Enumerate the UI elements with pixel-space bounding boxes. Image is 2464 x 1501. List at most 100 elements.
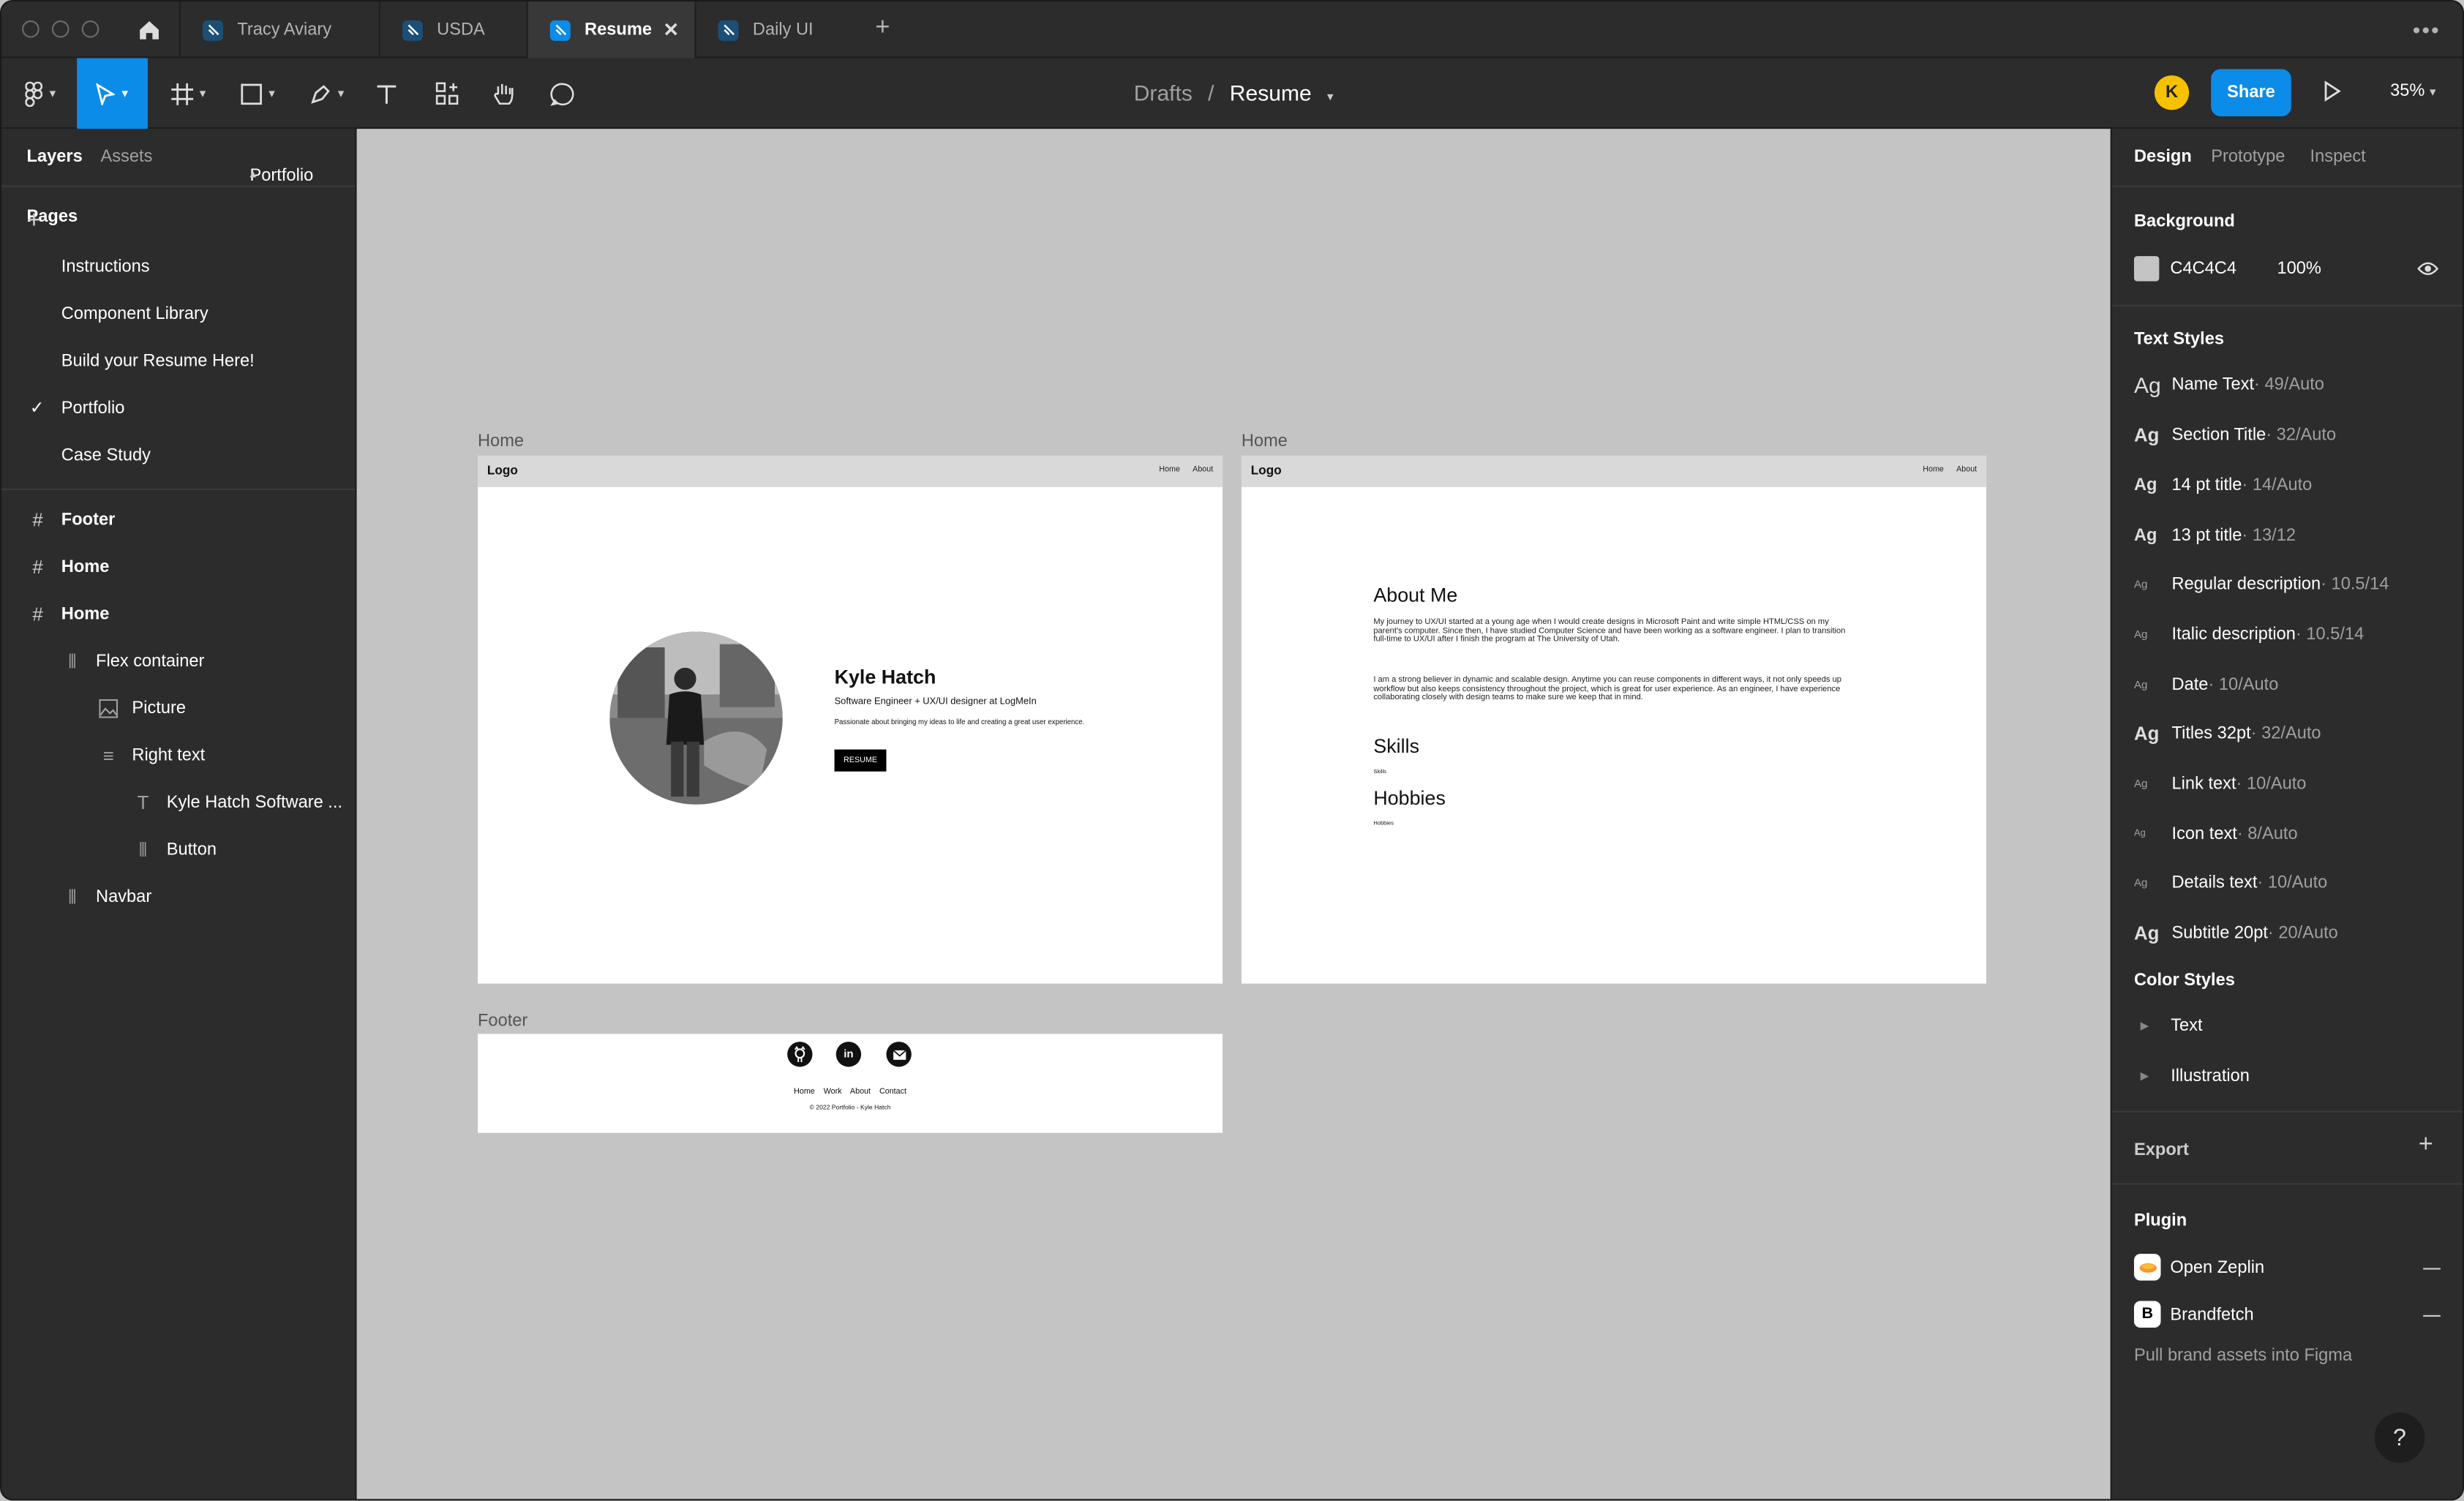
nav-links: Home About xyxy=(1159,465,1213,475)
window-controls xyxy=(22,20,99,38)
tab-inspect[interactable]: Inspect xyxy=(2310,148,2366,167)
text-style-icon: Ag xyxy=(2133,579,2148,590)
text-style-item[interactable]: Ag Section Title · 32/Auto xyxy=(2134,420,2336,451)
layer-home[interactable]: # Home xyxy=(1,591,355,638)
layers-panel: Layers Assets Portfolio ▴ Pages + Instru… xyxy=(1,129,357,1500)
footer-link-contact[interactable]: Contact xyxy=(879,1087,906,1096)
canvas[interactable]: Home Logo Home About Kyle Hatch Software… xyxy=(356,129,2111,1500)
figma-file-icon xyxy=(203,19,224,40)
layer-picture[interactable]: Picture xyxy=(1,685,355,732)
eye-icon[interactable] xyxy=(2417,261,2439,276)
tab-label: Daily UI xyxy=(752,20,814,40)
text-style-name: Regular description xyxy=(2171,575,2321,594)
file-name[interactable]: Resume xyxy=(1230,80,1312,105)
page-item-case-study[interactable]: Case Study xyxy=(1,432,355,479)
breadcrumb: Drafts / Resume ▾ xyxy=(1,80,2463,105)
left-panel-tabs: Layers Assets Portfolio ▴ xyxy=(1,129,356,187)
caret-right-icon: ▶ xyxy=(2140,1071,2149,1083)
add-page-icon[interactable]: + xyxy=(27,208,328,236)
linkedin-icon[interactable]: in xyxy=(835,1042,862,1067)
skills-title: Skills xyxy=(1373,735,1420,758)
text-style-item[interactable]: Ag Regular description · 10.5/14 xyxy=(2134,569,2389,601)
footer-link-home[interactable]: Home xyxy=(794,1087,815,1096)
text-style-item[interactable]: Ag Link text · 10/Auto xyxy=(2134,768,2306,800)
footer-link-about[interactable]: About xyxy=(850,1087,871,1096)
page-item-component-library[interactable]: Component Library xyxy=(1,290,355,337)
tab-tracy-aviary[interactable]: Tracy Aviary xyxy=(179,1,379,59)
text-style-item[interactable]: Ag 13 pt title · 13/12 xyxy=(2134,520,2296,552)
text-style-item[interactable]: Ag Name Text · 49/Auto xyxy=(2134,369,2324,401)
maximize-window-button[interactable] xyxy=(81,20,99,38)
remove-plugin-icon[interactable] xyxy=(2423,1314,2441,1317)
tab-layers[interactable]: Layers xyxy=(27,148,83,167)
text-style-item[interactable]: Ag Date · 10/Auto xyxy=(2134,669,2278,701)
tab-daily-ui[interactable]: Daily UI xyxy=(694,1,860,59)
frame-label-footer[interactable]: Footer xyxy=(478,1012,527,1031)
background-opacity-input[interactable]: 100% xyxy=(2277,259,2321,278)
background-hex-input[interactable]: C4C4C4 xyxy=(2170,259,2236,278)
layer-flex-container[interactable]: ⫴ Flex container xyxy=(1,638,355,685)
add-export-icon[interactable]: + xyxy=(2419,1132,2433,1160)
tab-resume[interactable]: Resume ✕ xyxy=(526,1,695,59)
tab-prototype[interactable]: Prototype xyxy=(2211,148,2285,167)
remove-plugin-icon[interactable] xyxy=(2423,1268,2441,1270)
frame-footer[interactable]: in Home Work About Contact © 2022 Portfo… xyxy=(477,1034,1223,1133)
color-style-group-illustration[interactable]: ▶ Illustration xyxy=(2141,1066,2250,1086)
page-item-portfolio[interactable]: ✓ Portfolio xyxy=(1,385,355,432)
layer-text[interactable]: T Kyle Hatch Software ... xyxy=(1,779,355,826)
email-icon[interactable] xyxy=(886,1042,912,1067)
background-color-swatch[interactable] xyxy=(2133,256,2160,282)
layer-footer[interactable]: # Footer xyxy=(1,497,355,543)
right-panel-tabs: Design Prototype Inspect xyxy=(2111,129,2463,187)
color-style-group-text[interactable]: ▶ Text xyxy=(2141,1017,2203,1036)
text-style-item[interactable]: Ag Icon text · 8/Auto xyxy=(2134,819,2298,850)
zeplin-icon xyxy=(2133,1254,2161,1281)
frame-home-hero[interactable]: Logo Home About Kyle Hatch Software Engi… xyxy=(477,455,1223,984)
layer-right-text[interactable]: ≡ Right text xyxy=(1,732,355,779)
more-options-icon[interactable]: ••• xyxy=(2413,18,2441,42)
breadcrumb-drafts[interactable]: Drafts xyxy=(1134,80,1192,105)
frame-home-about[interactable]: Logo Home About About Me My journey to U… xyxy=(1241,455,1987,984)
plugin-open-zeplin[interactable]: Open Zeplin xyxy=(2133,1254,2264,1281)
footer-link-work[interactable]: Work xyxy=(824,1087,842,1096)
text-style-item[interactable]: Ag Subtitle 20pt · 20/Auto xyxy=(2134,917,2338,949)
layer-home[interactable]: # Home xyxy=(1,543,355,590)
minimize-window-button[interactable] xyxy=(51,20,70,38)
text-style-name: 13 pt title xyxy=(2171,526,2242,546)
page-item-build-resume[interactable]: Build your Resume Here! xyxy=(1,338,355,385)
tab-design[interactable]: Design xyxy=(2134,148,2192,167)
figma-file-icon xyxy=(549,19,571,40)
text-style-item[interactable]: Ag Italic description · 10.5/14 xyxy=(2134,619,2364,650)
divider xyxy=(2111,1110,2463,1113)
text-style-item[interactable]: Ag 14 pt title · 14/Auto xyxy=(2134,470,2312,501)
tab-assets[interactable]: Assets xyxy=(100,148,152,167)
close-window-button[interactable] xyxy=(22,20,40,38)
footer-copyright: © 2022 Portfolio - Kyle Hatch xyxy=(809,1102,891,1111)
page-item-instructions[interactable]: Instructions xyxy=(1,244,355,290)
zoom-control[interactable]: 35% ▾ xyxy=(2390,82,2436,101)
layer-label: Kyle Hatch Software ... xyxy=(166,793,343,813)
home-button[interactable] xyxy=(124,1,175,58)
chevron-down-icon[interactable]: ▾ xyxy=(1327,89,1334,103)
text-style-item[interactable]: Ag Titles 32pt · 32/Auto xyxy=(2134,718,2321,750)
help-button[interactable]: ? xyxy=(2374,1412,2425,1463)
layer-button[interactable]: ⫴ Button xyxy=(1,827,355,873)
plugin-brandfetch[interactable]: B Brandfetch xyxy=(2133,1301,2254,1328)
about-paragraph-2: I am a strong believer in dynamic and sc… xyxy=(1373,675,1841,703)
color-style-label: Text xyxy=(2171,1016,2203,1036)
present-play-icon[interactable] xyxy=(2323,80,2342,102)
frame-label-home[interactable]: Home xyxy=(478,432,524,451)
user-avatar[interactable]: K xyxy=(2154,75,2190,110)
text-style-item[interactable]: Ag Details text · 10/Auto xyxy=(2134,868,2327,899)
text-style-icon: Ag xyxy=(2133,526,2157,546)
github-icon[interactable] xyxy=(787,1042,813,1067)
nav-link-about: About xyxy=(1192,464,1214,475)
layer-navbar[interactable]: ⫴ Navbar xyxy=(1,873,355,920)
tab-usda[interactable]: USDA xyxy=(378,1,527,59)
frame-label-home[interactable]: Home xyxy=(1242,432,1288,451)
close-tab-icon[interactable]: ✕ xyxy=(663,19,679,41)
share-button[interactable]: Share xyxy=(2211,69,2291,116)
new-tab-icon[interactable]: + xyxy=(875,14,890,42)
resume-button[interactable]: RESUME xyxy=(834,749,887,772)
hero-role: Software Engineer + UX/UI designer at Lo… xyxy=(834,697,1037,707)
